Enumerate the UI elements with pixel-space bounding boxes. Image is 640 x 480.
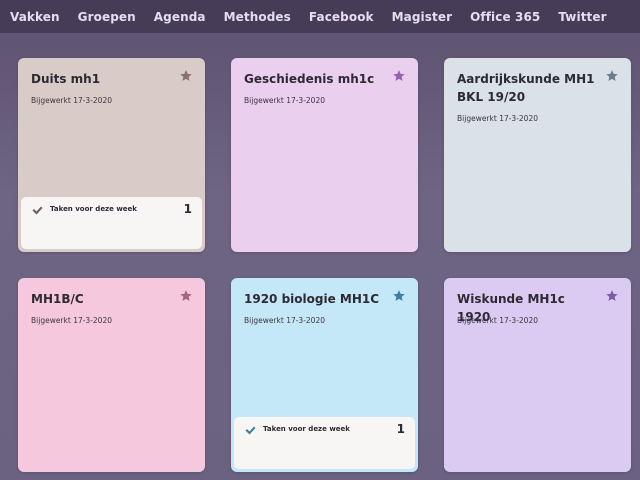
nav-agenda[interactable]: Agenda (154, 10, 206, 24)
tasks-count: 1 (183, 202, 192, 216)
card-title: 1920 biologie MH1C (244, 292, 380, 306)
card-updated: Bijgewerkt 17-3-2020 (457, 316, 539, 325)
star-icon[interactable] (392, 69, 406, 83)
nav-magister[interactable]: Magister (392, 10, 452, 24)
card-updated: Bijgewerkt 17-3-2020 (31, 96, 113, 105)
course-grid: Duits mh1 Bijgewerkt 17-3-2020 Taken voo… (0, 0, 640, 480)
nav-vakken[interactable]: Vakken (10, 10, 60, 24)
course-card-aardrijkskunde[interactable]: Aardrijkskunde MH1 BKL 19/20 Bijgewerkt … (444, 58, 631, 252)
checkmark-icon (244, 424, 256, 436)
course-card-wiskunde[interactable]: Wiskunde MH1c 1920 Bijgewerkt 17-3-2020 (444, 278, 631, 472)
tasks-label: Taken voor deze week (50, 205, 137, 213)
course-card-biologie[interactable]: 1920 biologie MH1C Bijgewerkt 17-3-2020 … (231, 278, 418, 472)
course-card-mh1bc[interactable]: MH1B/C Bijgewerkt 17-3-2020 (18, 278, 205, 472)
checkmark-icon (31, 204, 43, 216)
card-updated: Bijgewerkt 17-3-2020 (244, 316, 326, 325)
tasks-label: Taken voor deze week (263, 425, 350, 433)
card-title: Geschiedenis mh1c (244, 72, 375, 86)
nav-facebook[interactable]: Facebook (309, 10, 374, 24)
tasks-count: 1 (396, 422, 405, 436)
star-icon[interactable] (605, 69, 619, 83)
tasks-panel[interactable]: Taken voor deze week 1 (21, 197, 202, 249)
card-title: Duits mh1 (31, 72, 101, 86)
star-icon[interactable] (179, 69, 193, 83)
nav-methodes[interactable]: Methodes (224, 10, 291, 24)
card-title: Aardrijkskunde MH1 BKL 19/20 (457, 72, 595, 104)
star-icon[interactable] (392, 289, 406, 303)
nav-groepen[interactable]: Groepen (78, 10, 136, 24)
course-card-geschiedenis[interactable]: Geschiedenis mh1c Bijgewerkt 17-3-2020 (231, 58, 418, 252)
star-icon[interactable] (179, 289, 193, 303)
card-updated: Bijgewerkt 17-3-2020 (457, 114, 539, 123)
star-icon[interactable] (605, 289, 619, 303)
nav-office-365[interactable]: Office 365 (470, 10, 540, 24)
card-updated: Bijgewerkt 17-3-2020 (31, 316, 113, 325)
top-navigation-bar: Vakken Groepen Agenda Methodes Facebook … (0, 0, 640, 33)
course-card-duits[interactable]: Duits mh1 Bijgewerkt 17-3-2020 Taken voo… (18, 58, 205, 252)
tasks-panel[interactable]: Taken voor deze week 1 (234, 417, 415, 469)
card-updated: Bijgewerkt 17-3-2020 (244, 96, 326, 105)
nav-twitter[interactable]: Twitter (558, 10, 606, 24)
card-title: MH1B/C (31, 292, 84, 306)
